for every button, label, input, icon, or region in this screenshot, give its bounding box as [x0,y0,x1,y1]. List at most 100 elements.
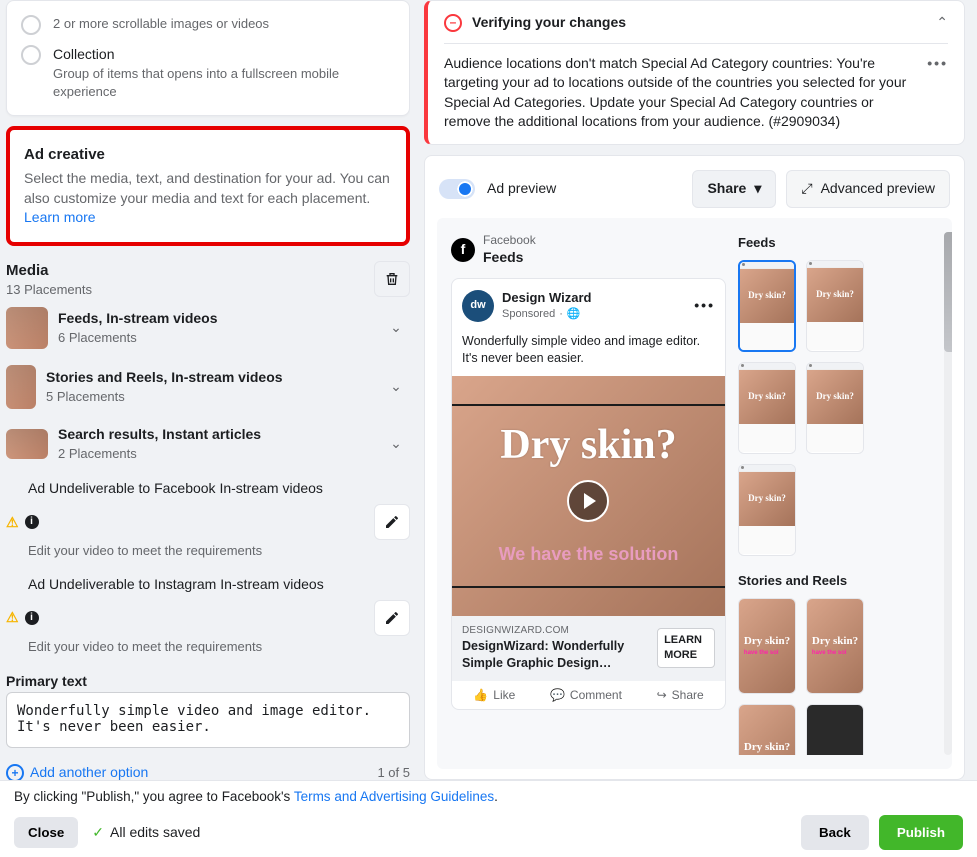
ad-creative-section: Ad creative Select the media, text, and … [6,126,410,246]
post-link-title: DesignWizard: Wonderfully Simple Graphic… [462,638,649,673]
media-warning-ig: Ad Undeliverable to Instagram In-stream … [6,571,410,657]
primary-text-label: Primary text [6,672,410,692]
preview-scrollbar[interactable] [944,232,952,755]
media-group-sub: 6 Placements [58,329,372,347]
option-counter: 1 of 5 [377,764,410,780]
edit-warning-button[interactable] [374,504,410,540]
saved-label: All edits saved [110,823,200,843]
ad-creative-learn-more-link[interactable]: Learn more [24,209,96,225]
pencil-icon [384,610,400,626]
media-group-feeds[interactable]: Feeds, In-stream videos 6 Placements ⌄ [6,299,410,357]
chevron-down-icon[interactable]: ⌄ [382,318,410,338]
warning-icon: ⚠ [6,608,19,628]
platform-big-label: Feeds [483,248,536,268]
alert-body-text: Audience locations don't match Special A… [444,55,906,130]
chevron-down-icon[interactable]: ⌄ [382,377,410,397]
media-placements-count: 13 Placements [6,281,92,299]
placement-tile-feed[interactable]: Dry skin? [738,362,796,454]
radio-unchecked-icon [21,45,41,65]
placement-tile-story[interactable]: Dry skin?have the sol [738,704,796,755]
close-button[interactable]: Close [14,817,78,848]
expand-icon: ⤢ [801,179,812,199]
alert-title: Verifying your changes [472,13,626,33]
side-feeds-title: Feeds [738,234,928,252]
media-group-title: Stories and Reels, In-stream videos [46,368,372,388]
media-group-stories[interactable]: Stories and Reels, In-stream videos 5 Pl… [6,357,410,417]
placement-tile-feed[interactable]: Dry skin? [806,260,864,352]
side-stories-title: Stories and Reels [738,572,928,590]
like-icon: 👍 [473,687,488,704]
info-icon[interactable]: i [25,611,39,625]
minus-circle-icon: – [444,14,462,32]
media-overlay-headline: Dry skin? [499,424,679,466]
media-thumb-icon [6,307,48,349]
ad-preview-toggle[interactable] [439,179,475,199]
placement-tile-story[interactable] [806,704,864,755]
media-thumb-icon [6,429,48,459]
share-button[interactable]: Share ▾ [692,170,776,208]
post-media[interactable]: Dry skin? We have the solution [452,376,725,616]
advanced-preview-button[interactable]: ⤢ Advanced preview [786,170,950,208]
ad-creative-desc: Select the media, text, and destination … [24,169,392,208]
post-like-button[interactable]: 👍Like [473,687,515,704]
advanced-label: Advanced preview [821,179,935,199]
placement-tile-feed[interactable]: Dry skin? [738,464,796,556]
back-button[interactable]: Back [801,815,869,850]
play-button-icon [567,480,609,522]
placement-tile-feed[interactable]: Dry skin? [806,362,864,454]
media-group-title: Feeds, In-stream videos [58,309,372,329]
media-delete-button[interactable] [374,261,410,297]
post-link-domain: DESIGNWIZARD.COM [462,624,649,638]
media-warning-fb: Ad Undeliverable to Facebook In-stream v… [6,475,410,561]
globe-icon: 🌐 [567,307,581,322]
primary-text-input[interactable] [6,692,410,748]
info-icon[interactable]: i [25,515,39,529]
placement-tile-story[interactable]: Dry skin?have the sol [806,598,864,694]
edit-warning-button[interactable] [374,600,410,636]
verifying-alert: – Verifying your changes ⌃ ••• Audience … [424,0,965,145]
publish-button[interactable]: Publish [879,815,963,850]
media-group-sub: 5 Placements [46,388,372,406]
media-group-sub: 2 Placements [58,445,372,463]
format-option-carousel[interactable]: 2 or more scrollable images or videos [21,15,395,35]
format-collection-sub: Group of items that opens into a fullscr… [53,65,395,101]
share-icon: ↪ [657,687,667,704]
chevron-down-icon[interactable]: ⌄ [382,434,410,454]
footer-bar: By clicking "Publish," you agree to Face… [0,780,977,857]
media-title: Media [6,260,92,281]
chevron-up-icon[interactable]: ⌃ [936,13,948,33]
plus-circle-icon: + [6,764,24,780]
trash-icon [384,271,400,287]
post-share-button[interactable]: ↪Share [657,687,704,704]
footer-pretext: By clicking "Publish," you agree to Face… [14,789,294,804]
terms-link[interactable]: Terms and Advertising Guidelines [294,789,494,804]
post-more-button[interactable]: ••• [694,296,715,316]
post-sponsored-label: Sponsored [502,307,555,322]
media-thumb-icon [6,365,36,409]
comment-icon: 💬 [550,687,565,704]
placement-tile-story[interactable]: Dry skin?have the sol [738,598,796,694]
warning-help: Edit your video to meet the requirements [6,638,410,656]
platform-small-label: Facebook [483,232,536,249]
alert-more-button[interactable]: ••• [927,54,948,74]
format-option-collection[interactable]: Collection Group of items that opens int… [21,45,395,101]
warning-icon: ⚠ [6,513,19,533]
post-comment-button[interactable]: 💬Comment [550,687,622,704]
add-option-label: Add another option [30,763,148,780]
ad-preview-label: Ad preview [487,179,556,199]
media-section: Media 13 Placements Feeds, In-stream vid… [6,260,410,780]
media-group-search[interactable]: Search results, Instant articles 2 Place… [6,417,410,471]
post-cta-button[interactable]: LEARN MORE [657,628,715,669]
warning-title: Ad Undeliverable to Facebook In-stream v… [28,479,410,499]
alert-header[interactable]: – Verifying your changes ⌃ [444,13,948,33]
format-collection-title: Collection [53,45,395,65]
radio-unchecked-icon [21,15,41,35]
check-icon: ✓ [92,823,104,843]
post-preview-card: dw Design Wizard Sponsored · 🌐 ••• [451,278,726,710]
media-overlay-sub: We have the solution [499,542,679,567]
add-option-button[interactable]: + Add another option [6,763,148,780]
placement-tile-feed[interactable]: Dry skin? [738,260,796,352]
warning-title: Ad Undeliverable to Instagram In-stream … [28,575,410,595]
post-page-name: Design Wizard [502,289,686,307]
format-carousel-sub: 2 or more scrollable images or videos [53,15,269,33]
